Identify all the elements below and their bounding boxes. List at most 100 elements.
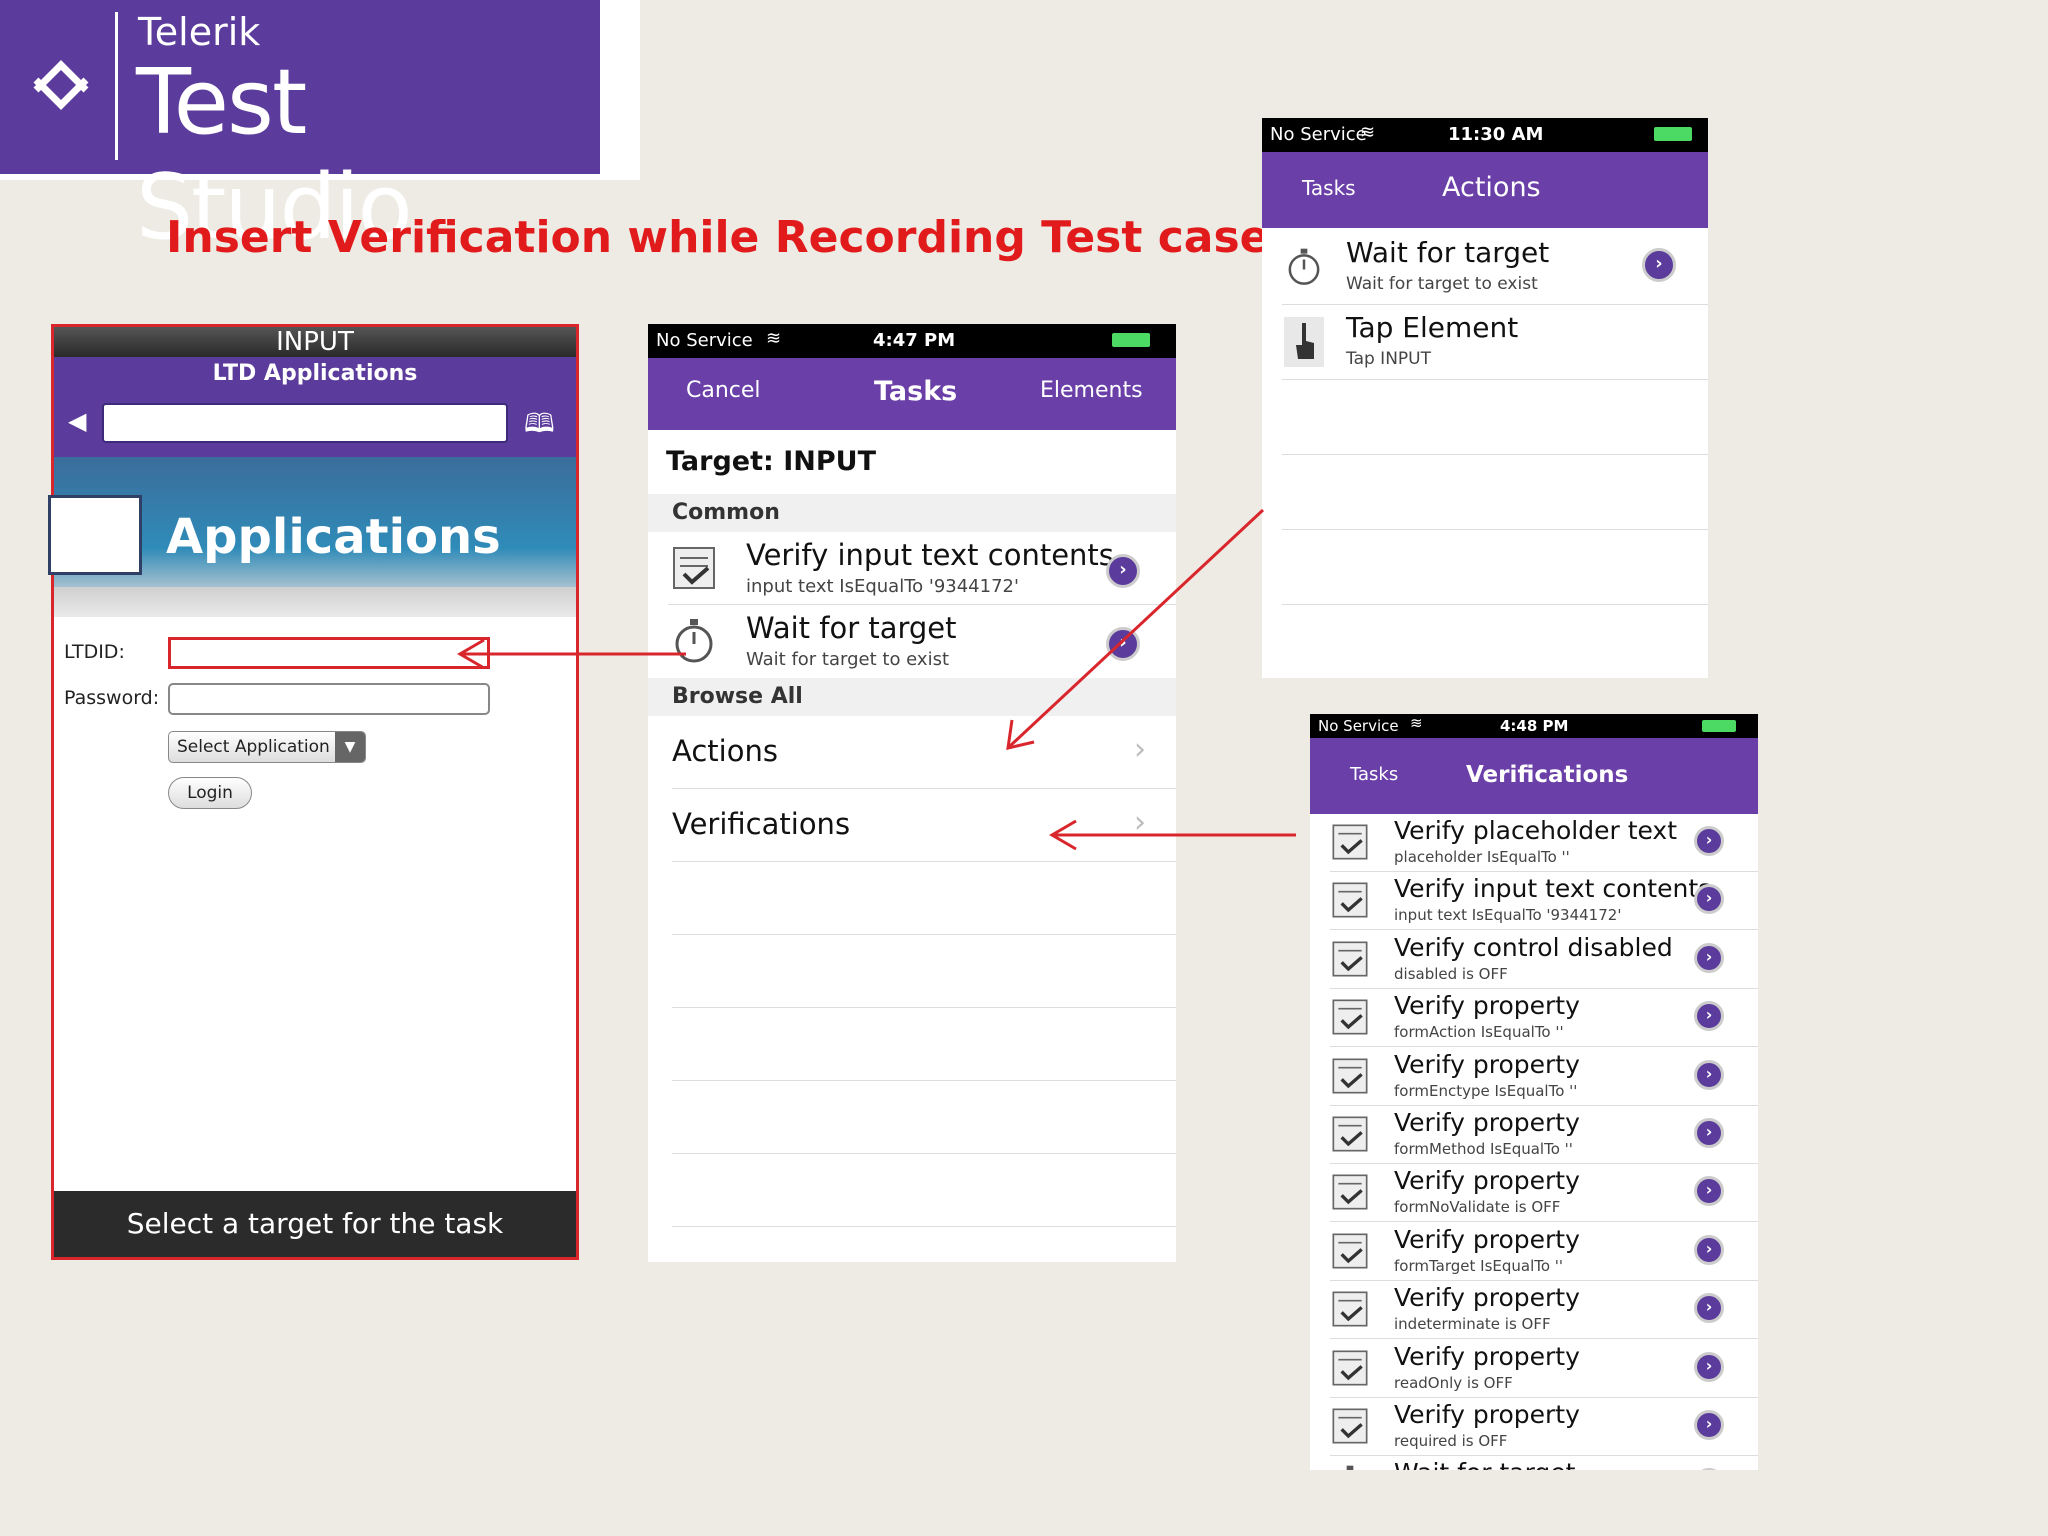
verification-row[interactable]: Verify property formEnctype IsEqualTo '' › <box>1310 1048 1758 1106</box>
status-bar: No Service ≋ 4:47 PM <box>648 324 1176 358</box>
verification-subtitle: indeterminate is OFF <box>1394 1315 1551 1333</box>
row-divider <box>1330 1338 1758 1339</box>
status-time: 4:47 PM <box>873 330 956 351</box>
verification-title: Verify property <box>1394 1050 1580 1079</box>
detail-disclosure-icon[interactable]: › <box>1106 554 1140 588</box>
carrier-text: No Service <box>1270 124 1367 145</box>
row-divider <box>672 1007 1176 1008</box>
row-divider <box>1282 604 1708 605</box>
detail-disclosure-icon[interactable]: › <box>1106 627 1140 661</box>
verify-checklist-icon <box>1332 999 1368 1035</box>
action-row[interactable]: Tap Element Tap INPUT <box>1262 305 1708 379</box>
bookmarks-icon[interactable]: 🕮 <box>524 405 555 449</box>
browse-row-label: Verifications <box>672 807 851 841</box>
verify-checklist-icon <box>1332 1058 1368 1094</box>
verification-title: Verify property <box>1394 991 1580 1020</box>
select-application-label: Select Application <box>177 737 330 757</box>
task-row[interactable]: Wait for target Wait for target to exist… <box>648 605 1176 677</box>
verification-row[interactable]: Verify input text contents input text IsE… <box>1310 872 1758 930</box>
chevron-right-icon: › <box>1134 805 1146 840</box>
elements-button[interactable]: Elements <box>1040 378 1143 403</box>
detail-disclosure-icon[interactable]: › <box>1694 1176 1724 1206</box>
nav-title: Actions <box>1442 172 1541 203</box>
verification-title: Verify input text contents <box>1394 874 1712 903</box>
verification-row[interactable]: Verify property indeterminate is OFF › <box>1310 1281 1758 1339</box>
chevron-down-icon: ▼ <box>335 732 365 762</box>
verification-row[interactable]: Verify property readOnly is OFF › <box>1310 1340 1758 1398</box>
ltdid-input[interactable] <box>168 637 490 669</box>
verification-subtitle: formNoValidate is OFF <box>1394 1198 1561 1216</box>
task-subtitle: input text IsEqualTo '9344172' <box>746 576 1019 597</box>
banner-image <box>48 495 142 575</box>
detail-disclosure-icon[interactable]: › <box>1694 1118 1724 1148</box>
verify-checklist-icon <box>1332 824 1368 860</box>
cancel-button[interactable]: Cancel <box>686 378 761 403</box>
password-input[interactable] <box>168 683 490 715</box>
detail-disclosure-icon[interactable]: › <box>1694 943 1724 973</box>
verification-title: Verify property <box>1394 1108 1580 1137</box>
ltdid-label: LTDID: <box>64 641 125 663</box>
browser-nav-bar: LTD Applications ◀ 🕮 <box>54 357 576 457</box>
verification-subtitle: formAction IsEqualTo '' <box>1394 1023 1564 1041</box>
task-row[interactable]: Verify input text contents input text Is… <box>648 532 1176 604</box>
detail-disclosure-icon[interactable]: › <box>1694 1060 1724 1090</box>
nav-title: Verifications <box>1466 762 1629 788</box>
verification-row[interactable]: Verify property formTarget IsEqualTo '' › <box>1310 1223 1758 1281</box>
stopwatch-icon <box>675 619 713 663</box>
tasks-back-button[interactable]: Tasks <box>1302 176 1356 200</box>
back-arrow-icon[interactable]: ◀ <box>68 407 86 435</box>
input-title-bar: INPUT <box>54 327 576 357</box>
row-divider <box>1282 454 1708 455</box>
url-field[interactable] <box>102 403 508 443</box>
action-row[interactable]: Wait for target Wait for target to exist… <box>1262 230 1708 304</box>
row-divider <box>672 1153 1176 1154</box>
status-bar: No Service ≋ 4:48 PM <box>1310 714 1758 738</box>
tasks-back-button[interactable]: Tasks <box>1350 764 1398 785</box>
page-title: LTD Applications <box>212 361 418 386</box>
detail-disclosure-icon[interactable]: › <box>1694 826 1724 856</box>
row-divider <box>1282 529 1708 530</box>
browse-row-verifications[interactable]: Verifications › <box>648 789 1176 861</box>
verify-checklist-icon <box>1332 941 1368 977</box>
verify-checklist-icon <box>1332 1408 1368 1444</box>
status-time: 11:30 AM <box>1448 124 1544 145</box>
common-section-header: Common <box>648 494 1176 532</box>
login-button[interactable]: Login <box>168 777 252 809</box>
verification-row[interactable]: Verify placeholder text placeholder IsEqu… <box>1310 814 1758 872</box>
wifi-icon: ≋ <box>1360 122 1376 143</box>
wifi-icon: ≋ <box>766 328 782 349</box>
verification-row[interactable]: Verify control disabled disabled is OFF › <box>1310 931 1758 989</box>
row-divider <box>1330 1221 1758 1222</box>
browse-row-actions[interactable]: Actions › <box>648 716 1176 788</box>
verification-row[interactable]: Verify property formAction IsEqualTo '' › <box>1310 989 1758 1047</box>
detail-disclosure-icon[interactable]: › <box>1642 248 1676 282</box>
verify-checklist-icon <box>1332 1116 1368 1152</box>
verification-title: Wait for target <box>1394 1458 1575 1470</box>
verification-row[interactable]: Verify property required is OFF › <box>1310 1398 1758 1456</box>
detail-disclosure-icon[interactable]: › <box>1694 1001 1724 1031</box>
select-application-dropdown[interactable]: Select Application ▼ <box>168 731 366 763</box>
task-title: Verify input text contents <box>746 538 1114 572</box>
verify-checklist-icon <box>1332 1291 1368 1327</box>
verification-row[interactable]: Verify property formMethod IsEqualTo '' › <box>1310 1106 1758 1164</box>
detail-disclosure-icon[interactable]: › <box>1694 1293 1724 1323</box>
verification-subtitle: formEnctype IsEqualTo '' <box>1394 1082 1578 1100</box>
nav-title: Tasks <box>874 376 958 407</box>
telerik-logo-icon <box>33 60 89 110</box>
detail-disclosure-icon[interactable]: › <box>1694 1468 1724 1470</box>
row-divider <box>672 1080 1176 1081</box>
battery-icon <box>1702 720 1736 732</box>
detail-disclosure-icon[interactable]: › <box>1694 1235 1724 1265</box>
phone-tasks-screen: No Service ≋ 4:47 PM Cancel Tasks Elemen… <box>648 324 1176 1262</box>
row-divider <box>1330 1046 1758 1047</box>
browse-row-label: Actions <box>672 734 778 768</box>
verification-subtitle: formMethod IsEqualTo '' <box>1394 1140 1573 1158</box>
verification-row[interactable]: Verify property formNoValidate is OFF › <box>1310 1164 1758 1222</box>
task-hint-bar: Select a target for the task <box>54 1191 576 1257</box>
detail-disclosure-icon[interactable]: › <box>1694 884 1724 914</box>
verification-row[interactable]: Wait for target › <box>1310 1456 1758 1470</box>
detail-disclosure-icon[interactable]: › <box>1694 1410 1724 1440</box>
detail-disclosure-icon[interactable]: › <box>1694 1352 1724 1382</box>
verification-title: Verify placeholder text <box>1394 816 1678 845</box>
task-title: Wait for target <box>746 611 957 645</box>
